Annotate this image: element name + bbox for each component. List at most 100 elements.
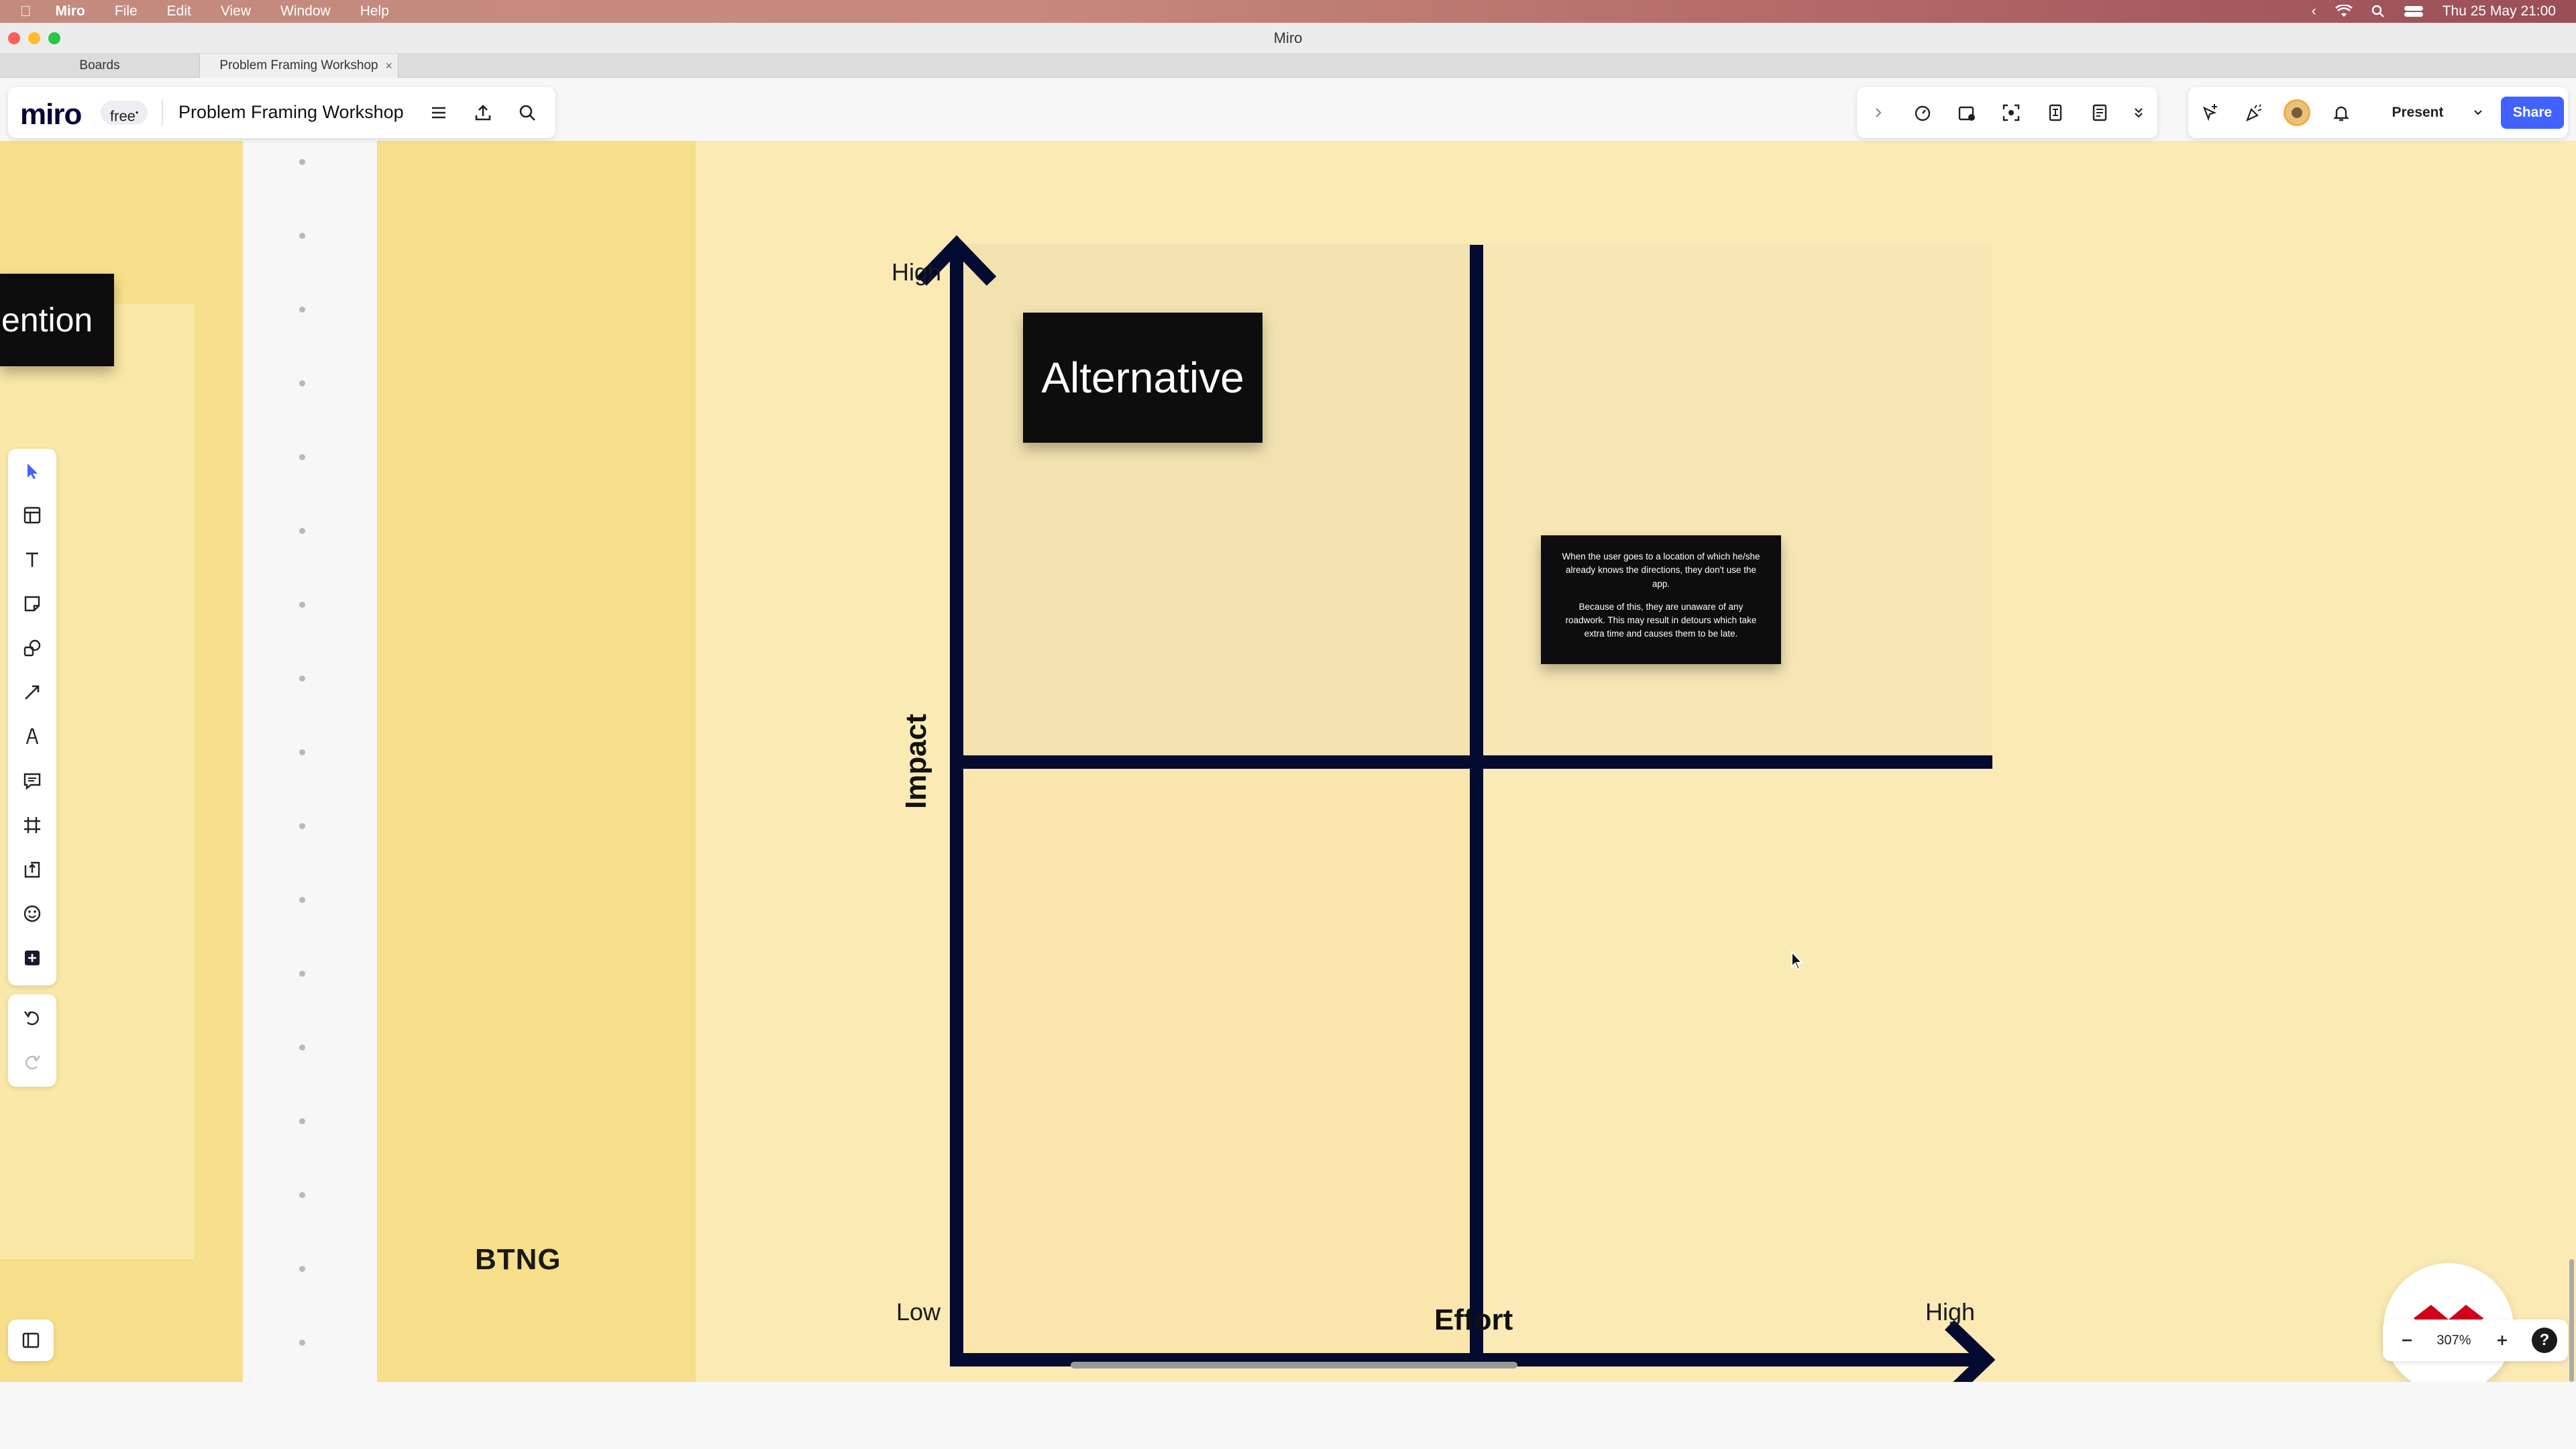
grid-dot bbox=[299, 971, 305, 977]
help-question-icon: ? bbox=[2532, 1328, 2557, 1353]
menu-app-name[interactable]: Miro bbox=[56, 3, 85, 19]
share-button[interactable]: Share bbox=[2501, 97, 2564, 129]
more-apps-tool[interactable] bbox=[8, 936, 56, 980]
grid-dot bbox=[299, 528, 305, 534]
share-toolbar: Present Share bbox=[2188, 87, 2568, 138]
tab-problem-framing-workshop[interactable]: Problem Framing Workshop × bbox=[200, 54, 398, 78]
board-panel-toggle[interactable] bbox=[8, 1320, 54, 1361]
main-menu-button[interactable] bbox=[420, 87, 458, 138]
collapse-toolbar-button[interactable] bbox=[1860, 87, 1897, 138]
tab-label: Boards bbox=[79, 58, 120, 72]
present-options-dropdown[interactable] bbox=[2463, 97, 2493, 129]
templates-icon bbox=[23, 506, 41, 524]
spotlight-search-icon[interactable] bbox=[2371, 5, 2385, 18]
export-button[interactable] bbox=[464, 87, 502, 138]
cursor-arrow-icon bbox=[28, 464, 38, 479]
matrix-frame-side-panel bbox=[377, 141, 696, 1382]
grid-dot bbox=[299, 1340, 305, 1346]
chevron-left-icon[interactable]: ‹ bbox=[2312, 3, 2316, 19]
connection-line-tool[interactable] bbox=[8, 670, 56, 714]
notifications-button[interactable] bbox=[2322, 87, 2360, 138]
avatar-image bbox=[2284, 99, 2310, 126]
wifi-icon[interactable] bbox=[2334, 5, 2353, 18]
text-tool[interactable] bbox=[8, 537, 56, 582]
menu-help[interactable]: Help bbox=[360, 3, 389, 19]
zoom-level[interactable]: 307% bbox=[2426, 1320, 2482, 1361]
miro-logo[interactable]: miro bbox=[20, 98, 82, 131]
tab-strip: Boards Problem Framing Workshop × bbox=[0, 54, 2576, 78]
undo-redo-panel bbox=[8, 994, 56, 1087]
menu-window[interactable]: Window bbox=[280, 3, 331, 19]
zoom-in-button[interactable] bbox=[2483, 1320, 2521, 1361]
grid-dot bbox=[299, 380, 305, 386]
redo-button[interactable] bbox=[8, 1040, 56, 1084]
problem-note-sticky[interactable]: When the user goes to a location of whic… bbox=[1541, 535, 1781, 664]
control-center-icon[interactable] bbox=[2404, 5, 2424, 18]
voting-button[interactable] bbox=[2037, 87, 2074, 138]
timer-button[interactable] bbox=[1904, 87, 1941, 138]
celebrate-button[interactable] bbox=[2235, 87, 2273, 138]
sidebar-panel-icon bbox=[22, 1332, 40, 1348]
close-tab-icon[interactable]: × bbox=[385, 59, 392, 73]
frame-icon bbox=[24, 817, 40, 833]
collaboration-toolbar bbox=[1857, 87, 2157, 138]
notes-button[interactable] bbox=[2081, 87, 2118, 138]
arrow-line-icon bbox=[25, 685, 40, 700]
shapes-tool[interactable] bbox=[8, 626, 56, 670]
menu-view[interactable]: View bbox=[221, 3, 251, 19]
left-toolbar bbox=[8, 449, 56, 985]
grid-dot bbox=[299, 159, 305, 165]
left-sticky-text: ention bbox=[1, 301, 93, 339]
cursor-tracking-button[interactable] bbox=[2191, 87, 2229, 138]
more-tools-button[interactable] bbox=[2120, 87, 2157, 138]
reactions-tool[interactable] bbox=[8, 892, 56, 936]
alternative-sticky-text: Alternative bbox=[1041, 354, 1244, 402]
user-avatar[interactable] bbox=[2278, 87, 2316, 138]
video-record-icon bbox=[1958, 106, 1975, 121]
board-canvas[interactable]: ention BTNG High Low High Effort Impact … bbox=[0, 78, 2576, 1382]
vertical-scrollbar[interactable] bbox=[2569, 1259, 2574, 1382]
x-axis-high-label: High bbox=[1925, 1298, 1976, 1326]
frame-tool[interactable] bbox=[8, 803, 56, 847]
tab-boards[interactable]: Boards bbox=[0, 54, 200, 78]
btng-label: BTNG bbox=[475, 1243, 561, 1276]
hamburger-menu-icon bbox=[432, 107, 445, 119]
sticky-note-tool[interactable] bbox=[8, 582, 56, 626]
header-divider bbox=[162, 99, 163, 126]
cursor-follow-icon bbox=[2203, 104, 2217, 121]
present-button[interactable]: Present bbox=[2372, 97, 2463, 129]
horizontal-scrollbar[interactable] bbox=[1071, 1362, 1517, 1368]
upload-tool[interactable] bbox=[8, 847, 56, 892]
upload-icon bbox=[24, 861, 40, 878]
text-icon bbox=[26, 552, 38, 567]
pen-tool[interactable] bbox=[8, 714, 56, 759]
search-icon bbox=[519, 105, 535, 121]
select-tool[interactable] bbox=[8, 449, 56, 493]
minus-icon bbox=[2402, 1339, 2412, 1342]
plan-badge-asterisk-icon: • bbox=[135, 107, 139, 117]
templates-tool[interactable] bbox=[8, 493, 56, 537]
grid-dot bbox=[299, 897, 305, 903]
zoom-out-button[interactable] bbox=[2388, 1320, 2426, 1361]
talktrack-button[interactable] bbox=[1948, 87, 1986, 138]
alternative-sticky-note[interactable]: Alternative bbox=[1023, 313, 1263, 443]
search-button[interactable] bbox=[508, 87, 546, 138]
menu-edit[interactable]: Edit bbox=[167, 3, 191, 19]
comment-tool[interactable] bbox=[8, 759, 56, 803]
grid-dot bbox=[299, 233, 305, 239]
comment-icon bbox=[23, 773, 41, 790]
apple-logo-icon[interactable]:  bbox=[20, 3, 32, 20]
double-chevron-down-icon bbox=[2135, 108, 2143, 118]
help-button[interactable]: ? bbox=[2525, 1320, 2564, 1361]
plan-badge[interactable]: free• bbox=[101, 101, 148, 125]
left-sticky-note[interactable]: ention bbox=[0, 274, 114, 366]
undo-button[interactable] bbox=[8, 996, 56, 1040]
focus-button[interactable] bbox=[1992, 87, 2030, 138]
grid-dot bbox=[299, 454, 305, 460]
board-header-panel: miro free• Problem Framing Workshop bbox=[8, 87, 555, 138]
note-paragraph-2: Because of this, they are unaware of any… bbox=[1565, 601, 1757, 639]
board-title[interactable]: Problem Framing Workshop bbox=[178, 102, 404, 123]
shapes-icon bbox=[23, 639, 41, 657]
menu-file[interactable]: File bbox=[115, 3, 138, 19]
menu-datetime[interactable]: Thu 25 May 21:00 bbox=[2443, 3, 2556, 19]
